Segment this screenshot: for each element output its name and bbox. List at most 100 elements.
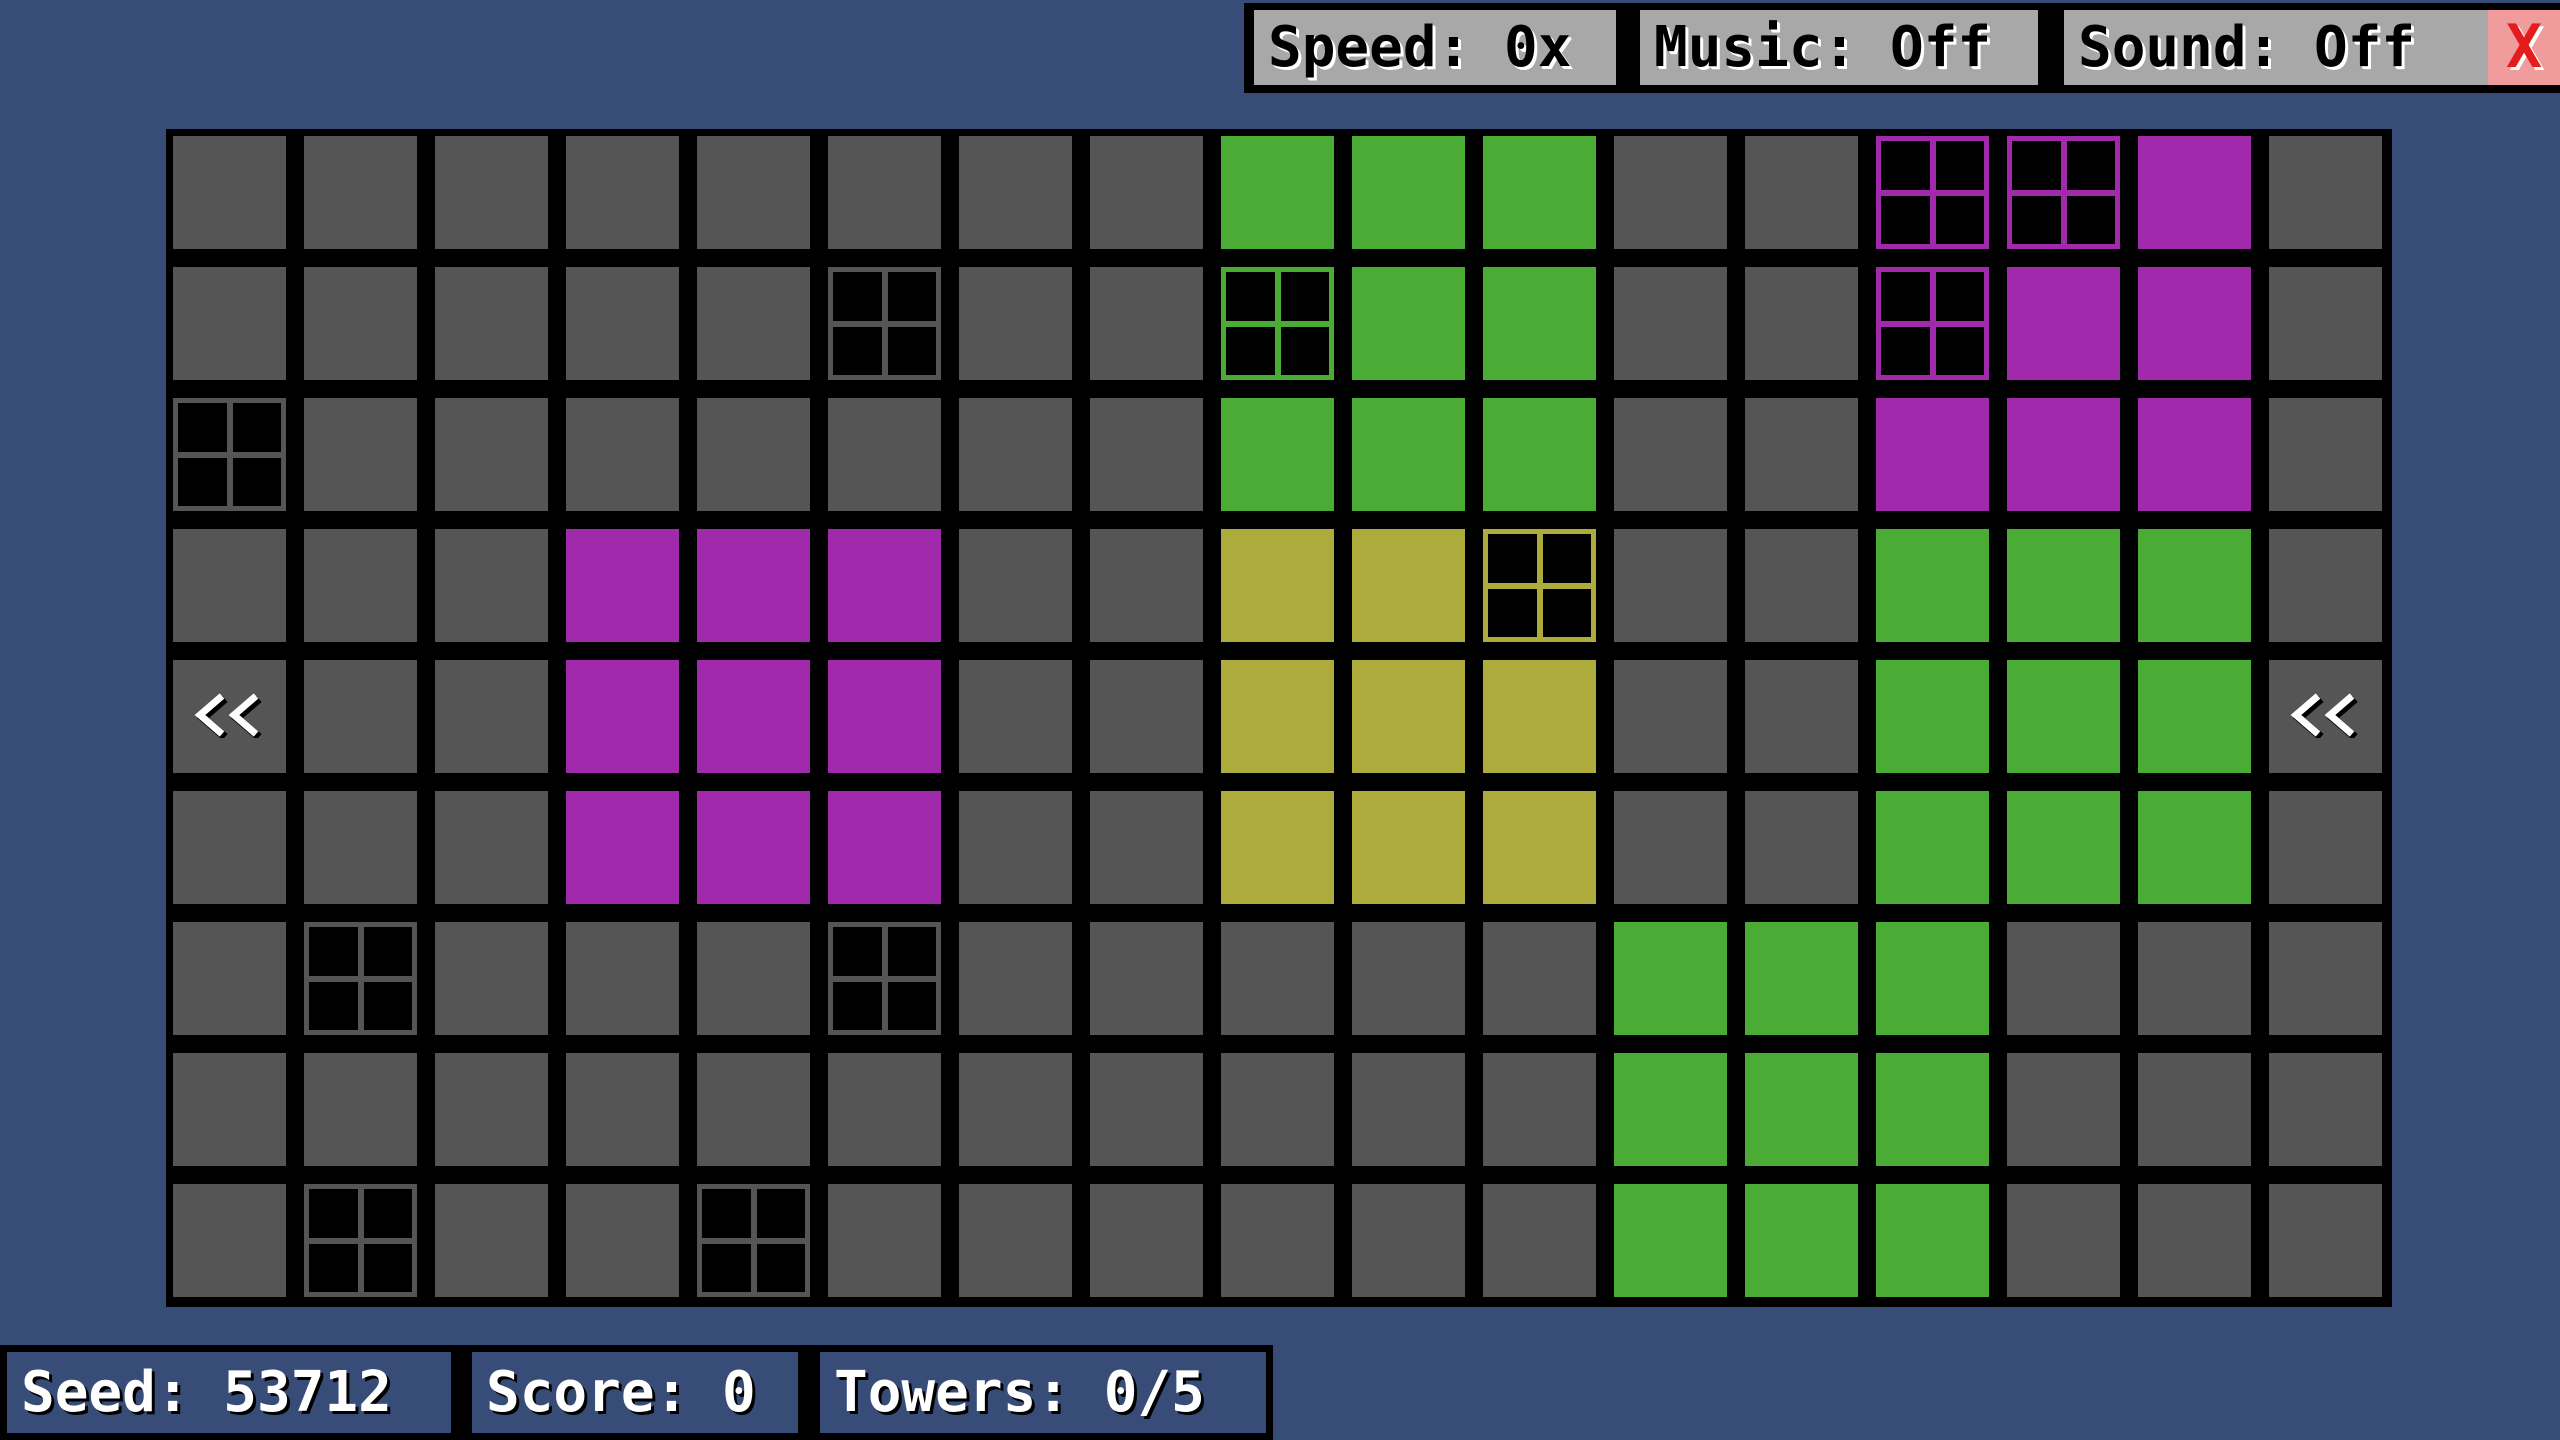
grid-cell-green[interactable] (1352, 136, 1465, 249)
grid-cell-empty[interactable] (1745, 660, 1858, 773)
grid-cell-empty[interactable] (2269, 791, 2382, 904)
grid-cell-empty[interactable] (566, 398, 679, 511)
grid-cell-green[interactable] (1221, 398, 1334, 511)
grid-cell-empty[interactable] (959, 136, 1072, 249)
grid-cell-empty[interactable] (1090, 1184, 1203, 1297)
grid-cell-empty[interactable] (566, 267, 679, 380)
tower-cell-empty[interactable] (828, 922, 941, 1035)
grid-cell-empty[interactable] (435, 922, 548, 1035)
grid-cell-empty[interactable] (1090, 660, 1203, 773)
grid-cell-green[interactable] (2007, 791, 2120, 904)
grid-cell-empty[interactable] (697, 398, 810, 511)
grid-cell-purple[interactable] (697, 660, 810, 773)
grid-cell-yellow[interactable] (1352, 791, 1465, 904)
grid-cell-empty[interactable] (1090, 529, 1203, 642)
grid-cell-empty[interactable] (2269, 1184, 2382, 1297)
enemy-spawn-cell[interactable] (2269, 660, 2382, 773)
grid-cell-empty[interactable] (697, 267, 810, 380)
grid-cell-green[interactable] (1876, 1053, 1989, 1166)
grid-cell-empty[interactable] (435, 1184, 548, 1297)
grid-cell-empty[interactable] (2269, 398, 2382, 511)
grid-cell-empty[interactable] (304, 791, 417, 904)
grid-cell-empty[interactable] (173, 1184, 286, 1297)
grid-cell-empty[interactable] (1090, 922, 1203, 1035)
speed-button[interactable]: Speed: 0x (1254, 10, 1616, 85)
grid-cell-empty[interactable] (828, 1184, 941, 1297)
grid-cell-empty[interactable] (566, 136, 679, 249)
grid-cell-purple[interactable] (2007, 267, 2120, 380)
grid-cell-green[interactable] (1876, 791, 1989, 904)
grid-cell-empty[interactable] (1090, 267, 1203, 380)
tower-cell-purple[interactable] (1876, 136, 1989, 249)
grid-cell-purple[interactable] (566, 660, 679, 773)
enemy-spawn-cell[interactable] (173, 660, 286, 773)
grid-cell-empty[interactable] (435, 1053, 548, 1166)
grid-cell-purple[interactable] (1876, 398, 1989, 511)
grid-cell-empty[interactable] (959, 529, 1072, 642)
grid-cell-empty[interactable] (697, 136, 810, 249)
grid-cell-empty[interactable] (435, 660, 548, 773)
grid-cell-empty[interactable] (1745, 791, 1858, 904)
grid-cell-empty[interactable] (1090, 1053, 1203, 1166)
close-button[interactable]: X (2488, 10, 2560, 85)
grid-cell-yellow[interactable] (1221, 529, 1334, 642)
grid-cell-green[interactable] (1352, 398, 1465, 511)
grid-cell-empty[interactable] (1745, 136, 1858, 249)
grid-cell-green[interactable] (2007, 529, 2120, 642)
grid-cell-purple[interactable] (828, 660, 941, 773)
grid-cell-green[interactable] (1483, 136, 1596, 249)
grid-cell-empty[interactable] (2138, 922, 2251, 1035)
grid-cell-green[interactable] (2007, 660, 2120, 773)
grid-cell-empty[interactable] (1614, 136, 1727, 249)
grid-cell-empty[interactable] (959, 660, 1072, 773)
grid-cell-empty[interactable] (1221, 1184, 1334, 1297)
grid-cell-purple[interactable] (2007, 398, 2120, 511)
grid-cell-empty[interactable] (1090, 791, 1203, 904)
tower-cell-empty[interactable] (304, 922, 417, 1035)
grid-cell-empty[interactable] (1614, 791, 1727, 904)
grid-cell-empty[interactable] (1483, 922, 1596, 1035)
music-toggle-button[interactable]: Music: Off (1640, 10, 2038, 85)
grid-cell-empty[interactable] (2269, 1053, 2382, 1166)
grid-cell-empty[interactable] (959, 398, 1072, 511)
tower-cell-empty[interactable] (697, 1184, 810, 1297)
grid-cell-purple[interactable] (828, 529, 941, 642)
grid-cell-empty[interactable] (566, 922, 679, 1035)
grid-cell-empty[interactable] (1352, 1184, 1465, 1297)
grid-cell-empty[interactable] (828, 136, 941, 249)
grid-cell-empty[interactable] (2269, 136, 2382, 249)
grid-cell-empty[interactable] (304, 529, 417, 642)
grid-cell-green[interactable] (2138, 791, 2251, 904)
grid-cell-green[interactable] (1745, 1184, 1858, 1297)
grid-cell-empty[interactable] (697, 922, 810, 1035)
tower-cell-empty[interactable] (173, 398, 286, 511)
grid-cell-empty[interactable] (959, 267, 1072, 380)
grid-cell-purple[interactable] (566, 791, 679, 904)
grid-cell-green[interactable] (1614, 1184, 1727, 1297)
grid-cell-purple[interactable] (828, 791, 941, 904)
grid-cell-empty[interactable] (304, 136, 417, 249)
grid-cell-empty[interactable] (1614, 267, 1727, 380)
grid-cell-yellow[interactable] (1352, 660, 1465, 773)
tower-cell-green[interactable] (1221, 267, 1334, 380)
grid-cell-yellow[interactable] (1221, 660, 1334, 773)
grid-cell-empty[interactable] (697, 1053, 810, 1166)
grid-cell-empty[interactable] (959, 922, 1072, 1035)
grid-cell-purple[interactable] (2138, 267, 2251, 380)
grid-cell-green[interactable] (1614, 922, 1727, 1035)
grid-cell-yellow[interactable] (1221, 791, 1334, 904)
grid-cell-empty[interactable] (435, 791, 548, 904)
grid-cell-green[interactable] (1483, 267, 1596, 380)
grid-cell-empty[interactable] (173, 791, 286, 904)
grid-cell-empty[interactable] (566, 1053, 679, 1166)
tower-cell-yellow[interactable] (1483, 529, 1596, 642)
grid-cell-empty[interactable] (959, 1053, 1072, 1166)
grid-cell-green[interactable] (1876, 529, 1989, 642)
grid-cell-empty[interactable] (173, 922, 286, 1035)
grid-cell-empty[interactable] (304, 660, 417, 773)
tower-cell-empty[interactable] (828, 267, 941, 380)
grid-cell-empty[interactable] (1483, 1053, 1596, 1166)
grid-cell-empty[interactable] (2269, 922, 2382, 1035)
tower-cell-purple[interactable] (1876, 267, 1989, 380)
grid-cell-empty[interactable] (435, 136, 548, 249)
